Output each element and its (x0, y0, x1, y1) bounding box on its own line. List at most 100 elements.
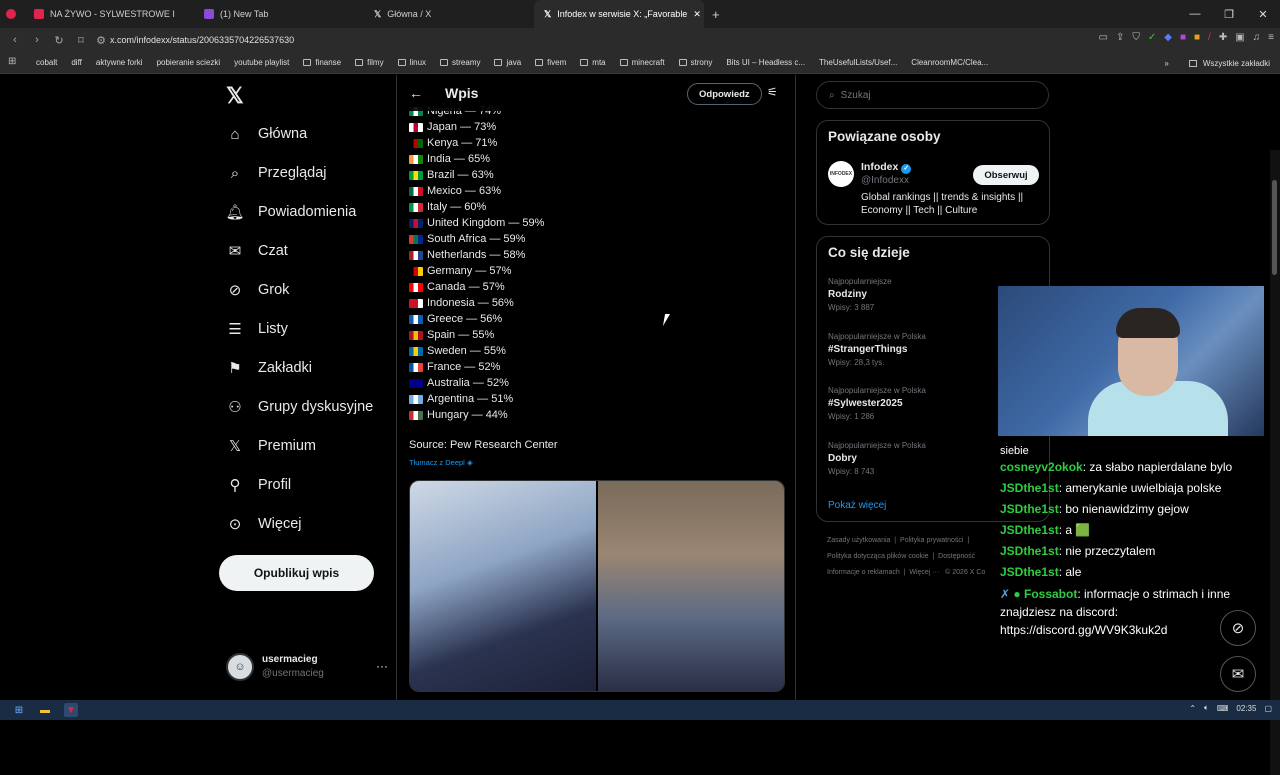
bookmark-item[interactable]: TheUsefulLists/Usef... (819, 58, 897, 67)
bookmark-folder[interactable]: fivem (535, 58, 566, 67)
nav-item-premium[interactable]: 𝕏 Premium (226, 437, 316, 455)
back-icon[interactable]: ‹ (4, 34, 26, 46)
nav-item-explore[interactable]: ⌕ Przeglądaj (226, 164, 327, 182)
menu-icon[interactable]: ≡ (1268, 32, 1274, 43)
bookmark-item[interactable]: youtube playlist (234, 58, 289, 67)
minimize-icon[interactable]: — (1178, 0, 1212, 28)
extension-icon[interactable]: / (1208, 32, 1211, 43)
tab-0[interactable]: NA ŻYWO - SYLWESTROWE I (24, 0, 194, 28)
x-logo-icon[interactable]: 𝕏 (226, 83, 244, 109)
post-photo[interactable] (410, 481, 596, 691)
browser-icon[interactable]: ▼ (64, 703, 78, 717)
nav-item-communities[interactable]: ⚇ Grupy dyskusyjne (226, 398, 373, 416)
bookmark-item[interactable]: aktywne forki (96, 58, 143, 67)
bookmark-item[interactable]: diff (71, 58, 82, 67)
share-icon[interactable]: ⇪ (1116, 32, 1124, 43)
sidebar-icon[interactable]: ▣ (1235, 32, 1244, 43)
folder-icon (619, 59, 628, 66)
nav-item-home[interactable]: ⌂ Główna (226, 125, 307, 143)
nav-item-notifications[interactable]: 🔔︎ Powiadomienia (225, 203, 356, 221)
screen-icon[interactable]: ▭ (1099, 32, 1108, 43)
nav-item-grok[interactable]: ⊘ Grok (226, 281, 290, 299)
messages-floating-button[interactable]: ✉ (1220, 656, 1256, 692)
shield-icon[interactable]: ⛉ (1132, 32, 1140, 43)
bookmark-folder[interactable]: strony (678, 58, 712, 67)
bookmark-item[interactable]: cobalt (36, 58, 57, 67)
bookmark-item[interactable]: Bits UI – Headless c... (726, 58, 805, 67)
nav-item-more[interactable]: ⊙ Więcej (226, 515, 302, 533)
bookmark-folder[interactable]: mta (580, 58, 606, 67)
nav-item-lists[interactable]: ☰ Listy (226, 320, 288, 338)
nav-label: Zakładki (258, 360, 312, 376)
flag-icon (409, 362, 423, 372)
grok-floating-button[interactable]: ⊘ (1220, 610, 1256, 646)
url-field[interactable]: x.com/infodexx/status/200633570422653763… (110, 32, 1000, 48)
tab-1[interactable]: (1) New Tab (194, 0, 364, 28)
post-button[interactable]: Opublikuj wpis (219, 555, 374, 591)
list-item-text: Japan — 73% (427, 121, 497, 133)
clock[interactable]: 02:35 (1236, 704, 1256, 713)
follow-button[interactable]: Obserwuj (973, 165, 1039, 185)
footer-link[interactable]: Dostępność (938, 553, 975, 560)
post-photo[interactable] (598, 481, 784, 691)
nav-item-bookmarks[interactable]: ⚑ Zakładki (226, 359, 312, 377)
apps-grid-icon[interactable]: ⊞ (8, 56, 20, 68)
reload-icon[interactable]: ↻ (48, 34, 70, 47)
all-bookmarks-button[interactable]: Wszystkie zakładki (1203, 59, 1270, 68)
nav-label: Premium (258, 438, 317, 454)
chevron-up-icon[interactable]: ⌃ (1189, 704, 1196, 713)
bookmarks-more-button[interactable]: » (1164, 59, 1168, 68)
footer-link[interactable]: Informacje o reklamach (827, 569, 900, 576)
nav-item-chat[interactable]: ✉ Czat (226, 242, 288, 260)
bookmark-item[interactable]: pobieranie sciezki (157, 58, 221, 67)
close-window-icon[interactable]: ✕ (1246, 0, 1280, 28)
search-input[interactable]: ⌕ Szukaj (816, 81, 1049, 109)
tab-2[interactable]: 𝕏 Główna / X (364, 0, 534, 28)
language-icon[interactable]: ⌨ (1217, 704, 1229, 713)
bookmark-label: mta (592, 58, 606, 67)
bookmark-page-icon[interactable]: ⌑ (70, 34, 92, 47)
scrollbar[interactable] (1270, 150, 1280, 775)
footer-link[interactable]: Zasady użytkowania (827, 537, 890, 544)
nav-item-profile[interactable]: ⚲ Profil (226, 476, 292, 494)
music-icon[interactable]: ♫ (1253, 32, 1261, 43)
start-icon[interactable]: ⊞ (12, 703, 26, 717)
forward-icon[interactable]: › (26, 34, 48, 46)
tab-3[interactable]: 𝕏 Infodex w serwisie X: „Favorable ✕ (534, 0, 704, 28)
bot-badge-icon: ✗ (1000, 587, 1011, 601)
browser-menu-icon[interactable] (0, 0, 24, 28)
puzzle-icon[interactable]: ✚ (1219, 32, 1227, 43)
bookmark-folder[interactable]: java (494, 58, 521, 67)
notifications-icon[interactable]: ▢ (1264, 704, 1272, 713)
bookmark-item[interactable]: CleanroomMC/Clea... (911, 58, 988, 67)
volume-icon[interactable]: 🔈︎ (1204, 703, 1209, 713)
sliders-icon[interactable]: ⚟ (767, 85, 778, 99)
bookmark-folder[interactable]: streamy (440, 58, 480, 67)
back-arrow-icon[interactable]: ← (409, 85, 423, 101)
bookmark-folder[interactable]: linux (397, 58, 426, 67)
window-controls: — ❐ ✕ (1178, 0, 1280, 28)
extension-icon[interactable]: ■ (1180, 32, 1186, 43)
footer-link[interactable]: Więcej ··· (909, 569, 939, 576)
scroll-thumb[interactable] (1272, 180, 1277, 275)
close-tab-icon[interactable]: ✕ (693, 9, 701, 20)
reply-button[interactable]: Odpowiedz (687, 83, 762, 105)
bookmark-label: aktywne forki (95, 58, 143, 67)
footer-link[interactable]: Polityka prywatności (900, 537, 963, 544)
bookmark-folder[interactable]: filmy (355, 58, 384, 67)
bookmark-folder[interactable]: finanse (303, 58, 341, 67)
restore-icon[interactable]: ❐ (1212, 0, 1246, 28)
folder-icon[interactable]: ▬ (38, 703, 52, 717)
bookmark-folder[interactable]: minecraft (619, 58, 665, 67)
account-switcher[interactable]: ☺ usermacieg @usermacieg ··· (226, 653, 388, 681)
more-dots-icon[interactable]: ··· (376, 659, 388, 673)
extension-icon[interactable]: ◆ (1164, 32, 1172, 43)
home-icon: ⌂ (230, 125, 240, 143)
site-info-icon[interactable]: ⚙ (90, 34, 112, 47)
new-tab-button[interactable]: + (704, 7, 728, 22)
translate-link[interactable]: Tłumacz z Deepl ◈ (409, 458, 473, 467)
show-more-link[interactable]: Pokaż więcej (828, 500, 886, 511)
footer-link[interactable]: Polityka dotycząca plików cookie (827, 553, 929, 560)
check-icon[interactable]: ✓ (1148, 32, 1156, 43)
extension-icon[interactable]: ■ (1194, 32, 1200, 43)
